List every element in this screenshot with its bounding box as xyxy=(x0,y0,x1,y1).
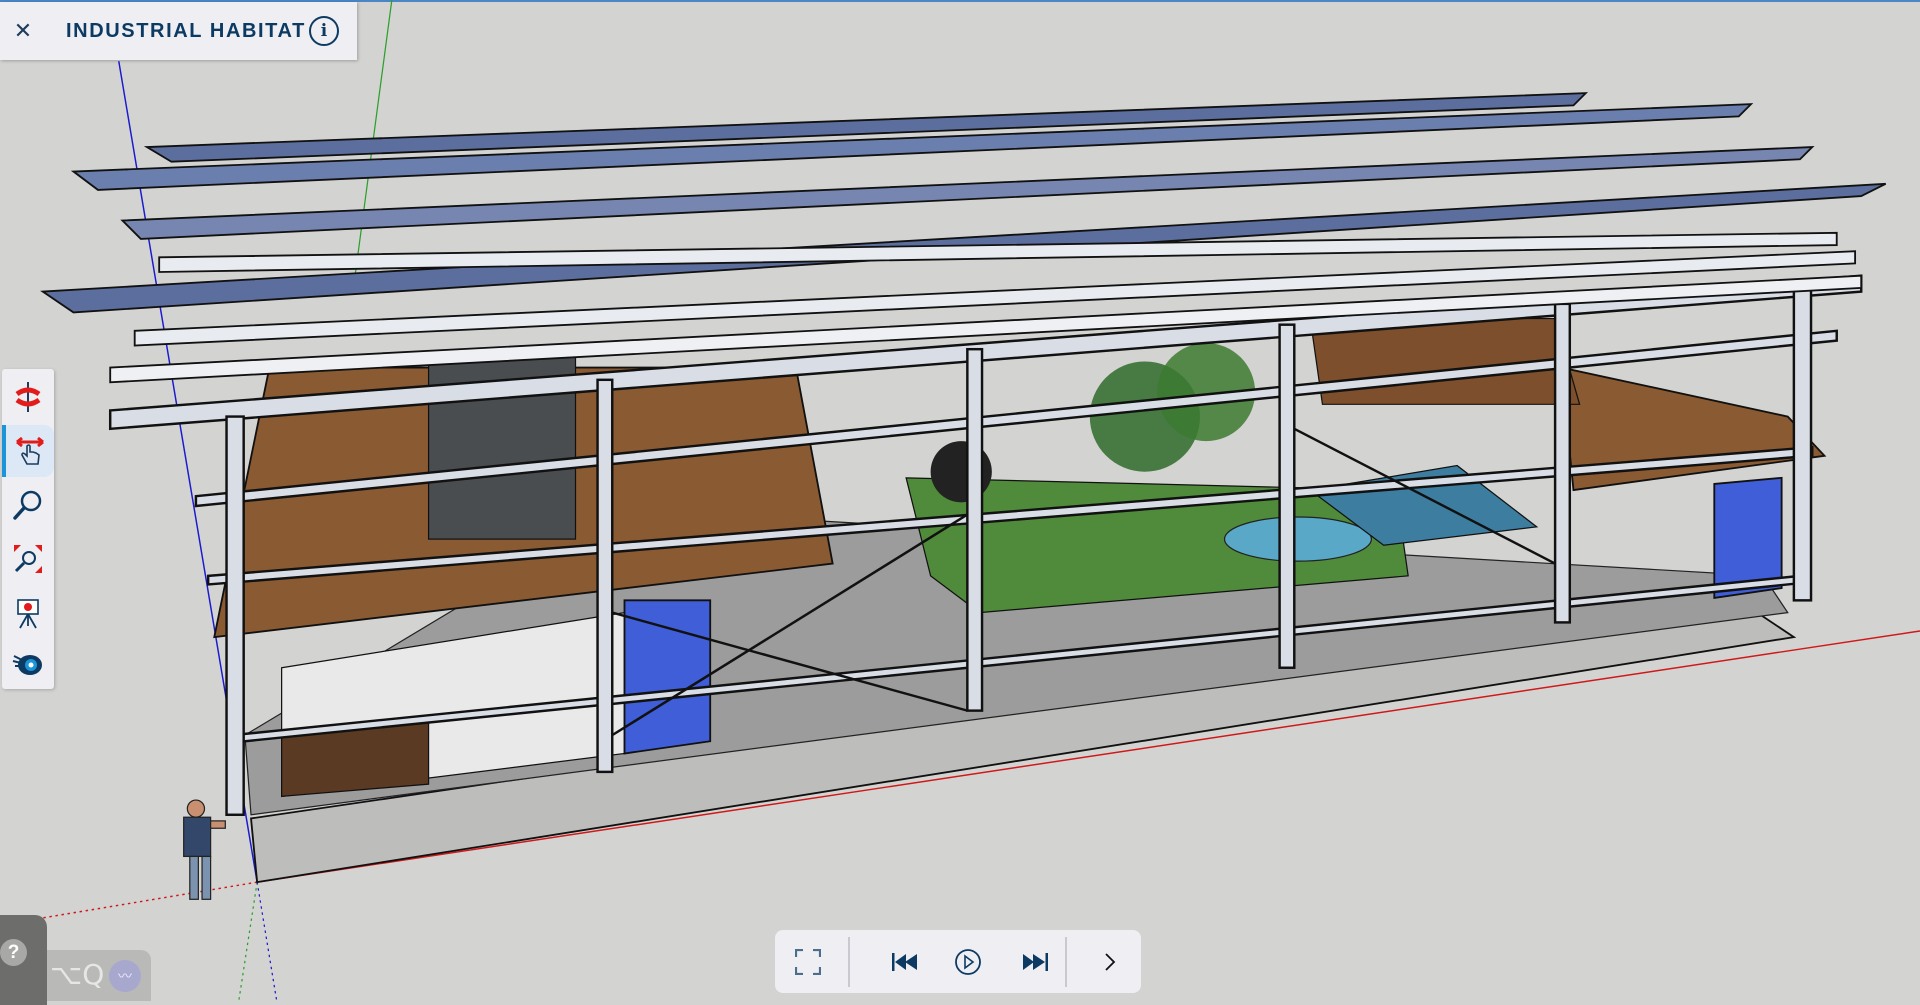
camera-tripod-icon xyxy=(17,599,39,629)
play-button[interactable] xyxy=(943,930,993,993)
divider xyxy=(848,937,850,987)
red-axis-dotted xyxy=(36,881,258,920)
green-axis-dotted xyxy=(238,882,258,1001)
fullscreen-icon xyxy=(795,948,821,975)
play-icon xyxy=(955,948,981,975)
pool xyxy=(1223,516,1373,562)
orbit-icon xyxy=(15,382,41,412)
zoom-icon xyxy=(13,490,42,520)
position-camera-tool[interactable] xyxy=(2,587,54,639)
help-icon: ? xyxy=(0,939,27,966)
model-title-panel: ✕ INDUSTRIAL HABITAT i xyxy=(0,2,357,60)
zoom-tool[interactable] xyxy=(2,479,54,531)
waveform-icon[interactable]: 〰 xyxy=(109,960,141,992)
pan-tool[interactable] xyxy=(2,425,54,477)
skip-forward-icon xyxy=(1023,952,1048,971)
fullscreen-button[interactable] xyxy=(783,930,833,993)
zoom-extents-icon xyxy=(14,545,42,573)
info-icon[interactable]: i xyxy=(309,16,339,46)
blue-axis-dotted xyxy=(256,882,278,1001)
chevron-right-icon xyxy=(1105,952,1116,971)
navigation-toolbar xyxy=(2,369,54,689)
model-title: INDUSTRIAL HABITAT xyxy=(66,19,306,42)
blue-container-left xyxy=(623,599,712,755)
roof-structure xyxy=(40,92,1887,384)
look-around-tool[interactable] xyxy=(2,637,54,689)
scene-player-bar xyxy=(775,930,1141,993)
next-scene-button[interactable] xyxy=(1010,930,1060,993)
3d-model-viewport[interactable] xyxy=(0,0,1920,1001)
expand-button[interactable] xyxy=(1085,930,1135,993)
divider xyxy=(1065,937,1067,987)
eye-icon xyxy=(12,655,42,675)
skip-back-icon xyxy=(892,952,917,971)
orbit-tool[interactable] xyxy=(2,371,54,423)
zoom-extents-tool[interactable] xyxy=(2,533,54,585)
scale-figure xyxy=(183,799,226,900)
help-button[interactable]: ? xyxy=(0,915,47,1005)
previous-scene-button[interactable] xyxy=(880,930,930,993)
close-icon[interactable]: ✕ xyxy=(0,18,46,44)
shortcut-widget[interactable]: ⌥Q 〰 xyxy=(47,950,151,1001)
shortcut-text: ⌥Q xyxy=(50,958,105,991)
pan-icon xyxy=(16,436,44,465)
